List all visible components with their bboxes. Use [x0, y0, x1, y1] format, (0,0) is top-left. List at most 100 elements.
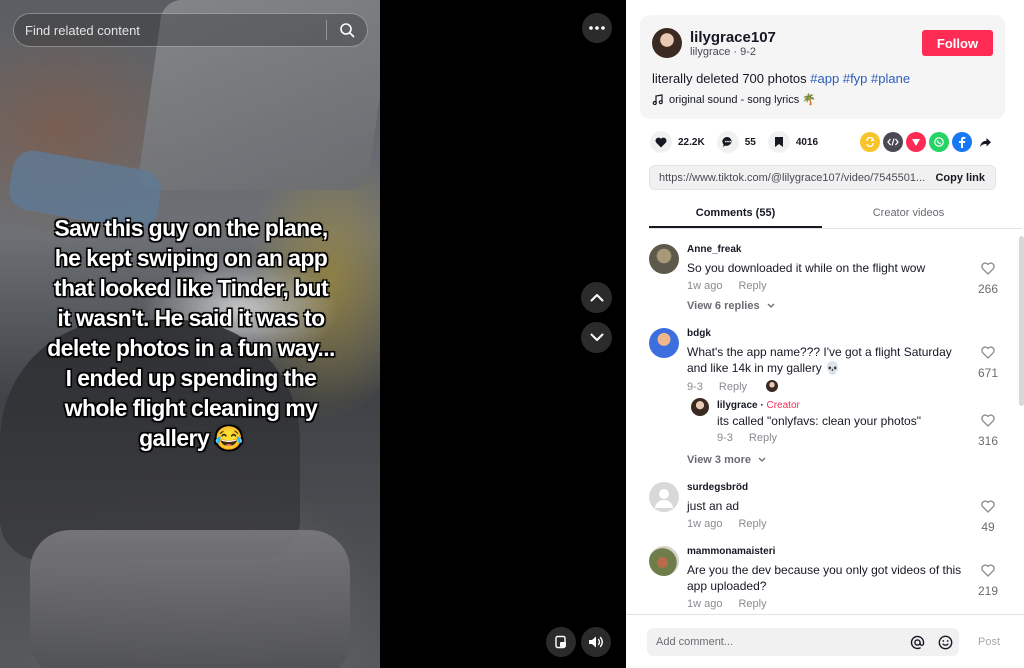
- commenter-username[interactable]: surdegsbröd: [687, 482, 748, 493]
- chevron-up-icon: [590, 294, 603, 302]
- save-button[interactable]: 4016: [767, 131, 819, 153]
- video-caption: Saw this guy on the plane, he kept swipi…: [47, 215, 335, 451]
- commenter-username[interactable]: bdgk: [687, 328, 711, 339]
- search-button[interactable]: [327, 13, 367, 47]
- comment-like-button[interactable]: 266: [974, 262, 1002, 296]
- tab-creator-videos[interactable]: Creator videos: [822, 199, 995, 228]
- copy-link-button[interactable]: Copy link: [925, 172, 995, 184]
- reply-button[interactable]: Reply: [738, 280, 766, 292]
- reply-button[interactable]: Reply: [749, 432, 777, 444]
- comment-like-button[interactable]: 671: [974, 346, 1002, 380]
- more-options-button[interactable]: [582, 13, 612, 43]
- comment-meta: 1w ago Reply: [687, 280, 767, 292]
- tab-comments[interactable]: Comments (55): [649, 199, 822, 228]
- reply-like-button[interactable]: 316: [974, 414, 1002, 448]
- comment-like-button[interactable]: 49: [974, 500, 1002, 534]
- volume-icon: [589, 636, 603, 648]
- mention-button[interactable]: [903, 628, 931, 656]
- comment-text: So you downloaded it while on the flight…: [687, 261, 926, 275]
- commenter-username[interactable]: Anne_freak: [687, 244, 741, 255]
- reply-button[interactable]: Reply: [738, 598, 766, 610]
- chevron-down-icon: [758, 457, 766, 462]
- commenter-avatar[interactable]: [649, 244, 679, 274]
- comment-like-count: 266: [977, 282, 999, 296]
- reply-avatar[interactable]: [691, 398, 709, 416]
- reply-meta: 9-3 Reply: [717, 432, 777, 444]
- reply-button[interactable]: Reply: [738, 518, 766, 530]
- comment-date: 1w ago: [687, 518, 723, 530]
- follow-button[interactable]: Follow: [922, 30, 993, 56]
- commenter-username[interactable]: mammonamaisteri: [687, 546, 775, 557]
- comment-bubble-icon: [716, 131, 739, 153]
- search-icon: [340, 23, 355, 38]
- comment-button[interactable]: 55: [716, 131, 756, 153]
- author-avatar[interactable]: [652, 28, 682, 58]
- author-username[interactable]: lilygrace107: [690, 29, 776, 46]
- heart-icon: [650, 131, 672, 153]
- comment-meta: 9-3 Reply: [687, 380, 779, 393]
- hashtag-link[interactable]: #fyp: [843, 71, 868, 86]
- author-handle[interactable]: lilygrace: [690, 46, 730, 58]
- facebook-icon[interactable]: [952, 132, 972, 152]
- post-comment-button[interactable]: Post: [978, 636, 1000, 648]
- author-subline: lilygrace · 9-2: [690, 46, 756, 58]
- related-search-input[interactable]: [14, 22, 326, 38]
- repost-icon[interactable]: [860, 132, 880, 152]
- video-player[interactable]: Saw this guy on the plane, he kept swipi…: [0, 0, 380, 668]
- whatsapp-icon[interactable]: [929, 132, 949, 152]
- previous-video-button[interactable]: [581, 282, 612, 313]
- commenter-avatar[interactable]: [649, 328, 679, 358]
- comment-meta: 1w ago Reply: [687, 518, 767, 530]
- view-replies-label: View 3 more: [687, 454, 751, 466]
- view-more-replies-button[interactable]: View 3 more: [687, 454, 766, 466]
- embed-icon[interactable]: [883, 132, 903, 152]
- reply-username[interactable]: lilygrace: [717, 400, 758, 411]
- related-search-bar: [13, 13, 368, 47]
- comment-like-button[interactable]: 219: [974, 564, 1002, 598]
- more-dots-icon: [589, 26, 605, 30]
- video-link-row: https://www.tiktok.com/@lilygrace107/vid…: [649, 165, 996, 190]
- comment-like-count: 49: [981, 520, 995, 534]
- volume-button[interactable]: [581, 627, 611, 657]
- comment-count: 55: [744, 136, 756, 148]
- send-icon[interactable]: [906, 132, 926, 152]
- picture-in-picture-button[interactable]: [546, 627, 576, 657]
- comment-text: What's the app name??? I've got a flight…: [687, 345, 952, 375]
- video-pane: Saw this guy on the plane, he kept swipi…: [0, 0, 626, 668]
- comment-item: Anne_freak So you downloaded it while on…: [649, 244, 1009, 324]
- add-comment-input[interactable]: [647, 636, 903, 648]
- comment-item: surdegsbröd just an ad 1w ago Reply 49: [649, 482, 1009, 534]
- video-background-armrest: [30, 530, 350, 668]
- share-icons: [860, 132, 995, 152]
- sound-link[interactable]: original sound - song lyrics 🌴: [652, 93, 816, 106]
- description-text: literally deleted 700 photos: [652, 71, 807, 86]
- next-video-button[interactable]: [581, 322, 612, 353]
- reply-date: 9-3: [717, 432, 733, 444]
- creator-liked-avatar: [766, 380, 779, 392]
- sound-name: original sound - song lyrics 🌴: [669, 94, 816, 106]
- hashtag-link[interactable]: #plane: [871, 71, 910, 86]
- emoji-button[interactable]: [931, 628, 959, 656]
- hashtag-link[interactable]: #app: [810, 71, 839, 86]
- comment-like-count: 671: [977, 366, 999, 380]
- like-button[interactable]: 22.2K: [650, 131, 705, 153]
- view-replies-button[interactable]: View 6 replies: [687, 300, 775, 312]
- share-arrow-icon[interactable]: [975, 132, 995, 152]
- chevron-down-icon: [590, 333, 603, 341]
- reply-like-count: 316: [977, 434, 999, 448]
- chevron-down-icon: [767, 303, 775, 308]
- commenter-avatar[interactable]: [649, 546, 679, 576]
- comment-item: mammonamaisteri Are you the dev because …: [649, 546, 1009, 614]
- bookmark-icon: [767, 131, 790, 153]
- video-link-text[interactable]: https://www.tiktok.com/@lilygrace107/vid…: [650, 172, 925, 184]
- commenter-avatar[interactable]: [649, 482, 679, 512]
- heart-outline-icon: [981, 346, 995, 359]
- comment-scrollbar[interactable]: [1019, 236, 1024, 406]
- creator-badge: Creator: [766, 400, 800, 411]
- reply-item: lilygrace · Creator its called "onlyfavs…: [691, 398, 991, 444]
- reply-header: lilygrace · Creator: [717, 400, 800, 411]
- save-count: 4016: [795, 136, 819, 148]
- reply-button[interactable]: Reply: [719, 381, 747, 393]
- at-sign-icon: [910, 635, 924, 649]
- comment-date: 9-3: [687, 381, 703, 393]
